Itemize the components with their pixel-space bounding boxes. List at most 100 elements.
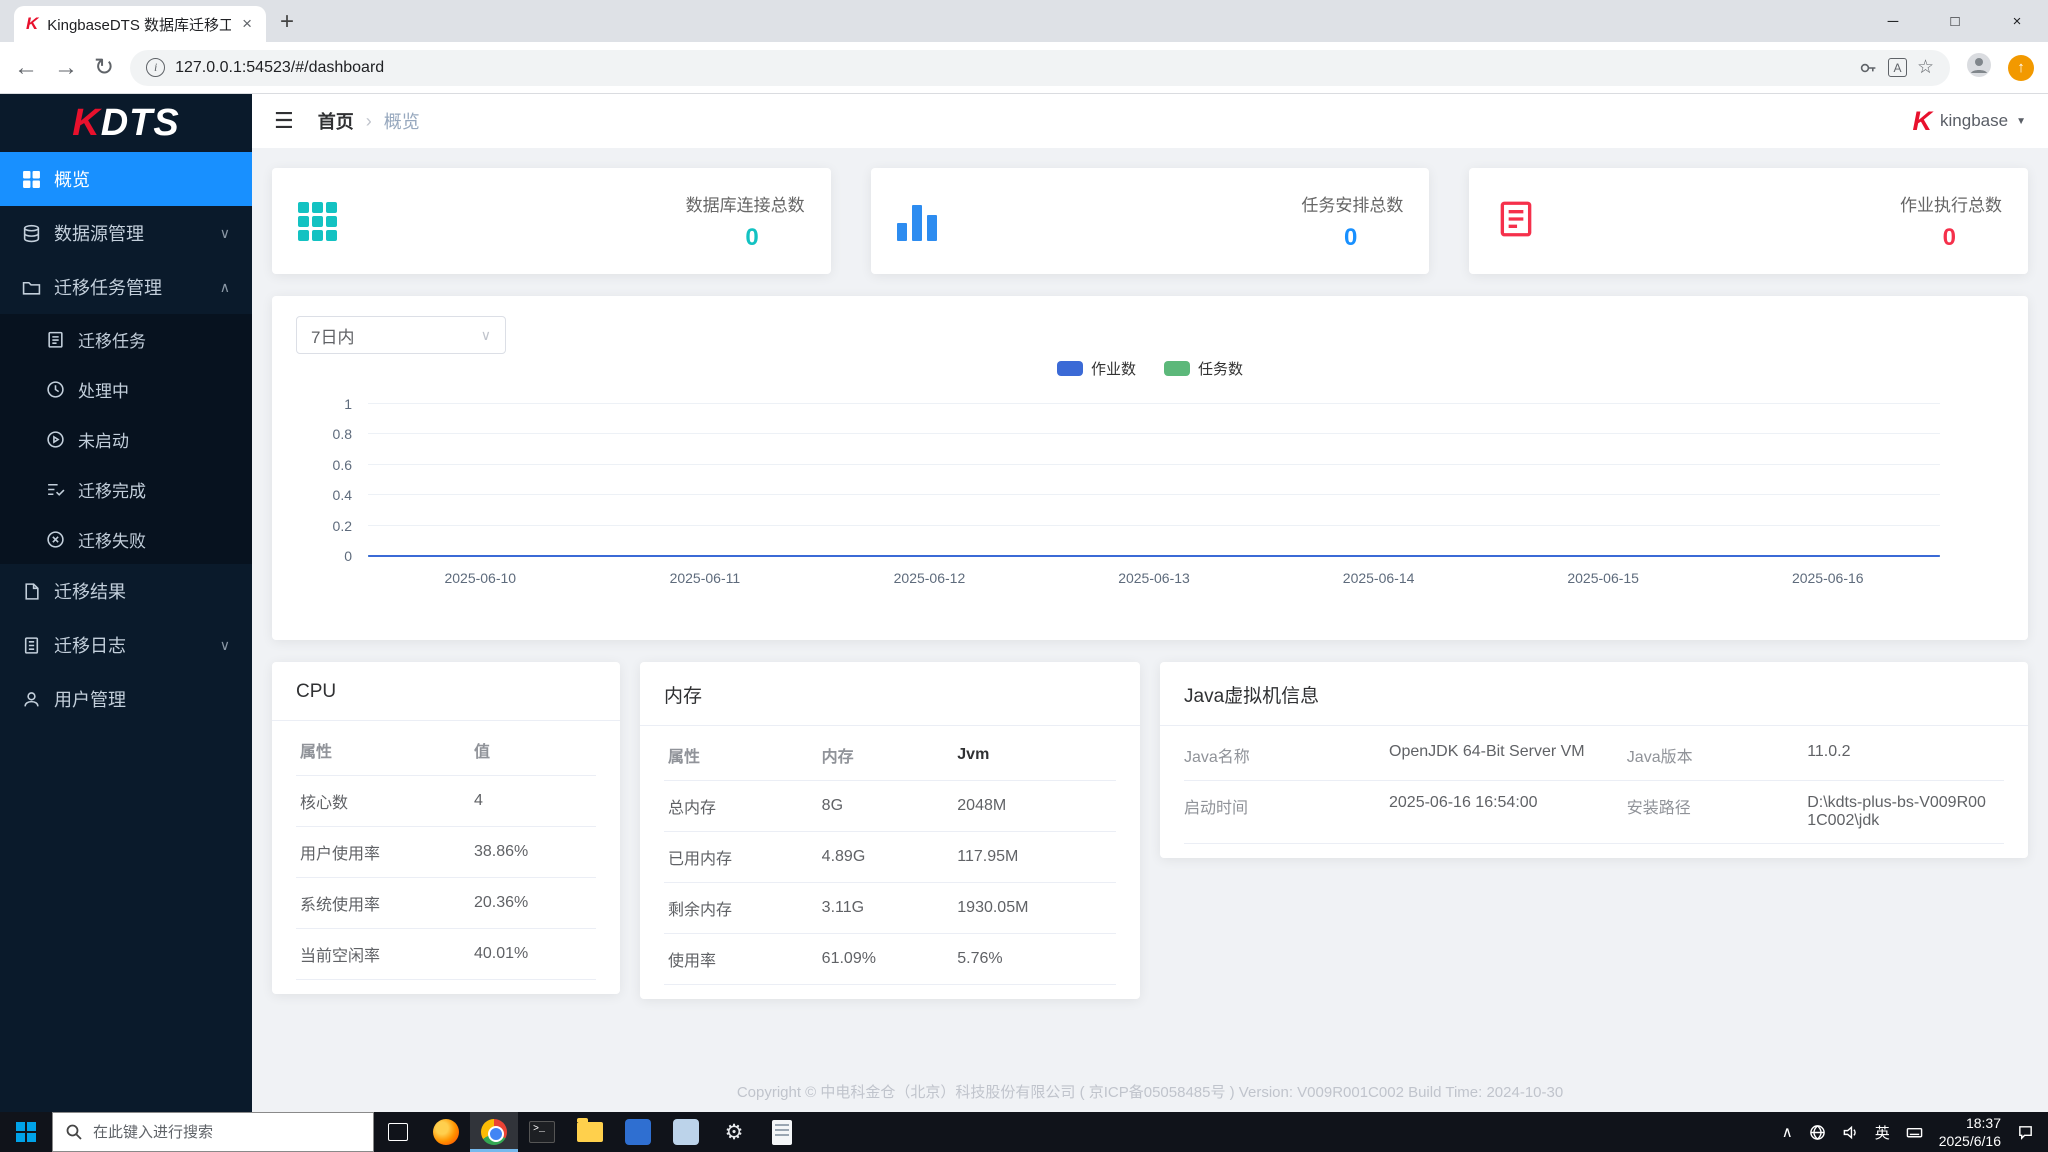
sidebar-item-label: 迁移完成 <box>78 481 146 501</box>
sidebar-item-label: 迁移结果 <box>54 582 126 602</box>
table-row: 已用内存 4.89G 117.95M <box>664 831 1116 883</box>
clock-time: 18:37 <box>1965 1114 2001 1131</box>
sidebar-item-completed[interactable]: 迁移完成 <box>0 464 252 514</box>
browser-update-icon[interactable]: ↑ <box>2008 54 2034 81</box>
sidebar-item-label: 未启动 <box>78 431 129 451</box>
folder-icon <box>22 278 41 297</box>
window-close-button[interactable]: × <box>1986 0 2048 42</box>
search-input[interactable] <box>93 1123 361 1141</box>
chevron-down-icon: ∨ <box>219 636 230 653</box>
sidebar-item-failed[interactable]: 迁移失败 <box>0 514 252 564</box>
taskbar-search[interactable] <box>52 1112 374 1152</box>
cell-value: 4 <box>470 775 596 827</box>
settings-taskbar-button[interactable]: ⚙ <box>710 1112 758 1152</box>
cell-value: 20.36% <box>470 877 596 929</box>
forward-icon[interactable]: → <box>54 55 78 80</box>
task-view-button[interactable] <box>374 1112 422 1152</box>
sidebar-nav: 概览 数据源管理 ∨ 迁移任务管理 ∧ 迁移任务 处理中 未启动 迁移完成 迁移… <box>0 152 252 726</box>
browser-tab[interactable]: K KingbaseDTS 数据库迁移工具 × <box>14 6 266 42</box>
cell-value: 61.09% <box>817 933 954 985</box>
url-text: 127.0.0.1:54523/#/dashboard <box>175 58 385 76</box>
table-row: 剩余内存 3.11G 1930.05M <box>664 882 1116 934</box>
sidebar-item-processing[interactable]: 处理中 <box>0 364 252 414</box>
breadcrumb-home[interactable]: 首页 <box>318 108 354 134</box>
browser-tab-strip: K KingbaseDTS 数据库迁移工具 × + ─ □ × <box>0 0 2048 42</box>
sidebar-item-datasource[interactable]: 数据源管理 ∨ <box>0 206 252 260</box>
reload-icon[interactable]: ↻ <box>94 55 114 80</box>
page-info-icon[interactable]: i <box>146 58 166 77</box>
table-row: 用户使用率 38.86% <box>296 826 596 878</box>
volume-icon[interactable] <box>1842 1124 1859 1141</box>
sidebar-item-migration-results[interactable]: 迁移结果 <box>0 564 252 618</box>
notepad-taskbar-button[interactable] <box>758 1112 806 1152</box>
log-icon <box>22 636 41 655</box>
notepad-icon <box>772 1119 792 1145</box>
clock-date: 2025/6/16 <box>1938 1133 2001 1149</box>
explorer-taskbar-button[interactable] <box>566 1112 614 1152</box>
address-bar[interactable]: i 127.0.0.1:54523/#/dashboard A ☆ <box>130 49 1950 86</box>
gear-icon: ⚙ <box>724 1120 744 1144</box>
profile-avatar-icon[interactable] <box>1966 52 1992 83</box>
gridline <box>368 403 1940 404</box>
language-indicator[interactable]: 英 <box>1875 1122 1890 1143</box>
grid-icon <box>22 170 41 189</box>
y-axis-tick: 1 <box>344 396 352 412</box>
logo-dts: DTS <box>100 101 180 144</box>
jvm-card: Java虚拟机信息 Java名称 OpenJDK 64-Bit Server V… <box>1160 662 2028 858</box>
app-light-taskbar-button[interactable] <box>662 1112 710 1152</box>
play-circle-icon <box>46 430 65 449</box>
password-key-icon[interactable] <box>1858 58 1878 78</box>
back-icon[interactable]: ← <box>14 55 38 80</box>
dashboard-content: 数据库连接总数 0 任务安排总数 0 作业执行总数 0 7日内 ∨ 作业数 任务… <box>252 148 2048 1112</box>
new-tab-button[interactable]: + <box>280 8 294 36</box>
windows-logo-icon <box>16 1122 36 1142</box>
tray-expand-icon[interactable]: ∧ <box>1782 1123 1793 1141</box>
x-axis-tick: 2025-06-16 <box>1791 570 1864 586</box>
sidebar-item-overview[interactable]: 概览 <box>0 152 252 206</box>
sidebar-item-user-mgmt[interactable]: 用户管理 <box>0 672 252 726</box>
table-row: 系统使用率 20.36% <box>296 877 596 929</box>
card-title: Java虚拟机信息 <box>1160 662 2028 726</box>
cell-label: 当前空闲率 <box>296 928 470 980</box>
cell-value: D:\kdts-plus-bs-V009R001C002\jdk <box>1807 794 1986 829</box>
cell-value: 40.01% <box>470 928 596 980</box>
sidebar-item-migration-logs[interactable]: 迁移日志 ∨ <box>0 618 252 672</box>
gridline <box>368 494 1940 496</box>
screen: K KingbaseDTS 数据库迁移工具 × + ─ □ × ← → ↻ i … <box>0 0 2048 1152</box>
cell-value: 3.11G <box>817 882 954 934</box>
card-title: CPU <box>272 662 620 721</box>
command-prompt-icon: >_ <box>529 1121 555 1143</box>
notification-center-icon[interactable] <box>2017 1124 2034 1141</box>
kingbase-logo-icon: K <box>1912 105 1933 136</box>
network-icon[interactable] <box>1809 1124 1826 1141</box>
window-minimize-button[interactable]: ─ <box>1862 0 1924 42</box>
legend-item-tasks[interactable]: 任务数 <box>1164 358 1243 379</box>
stat-label: 任务安排总数 <box>1301 195 1404 215</box>
cell-value: 5.76% <box>953 933 1116 985</box>
terminal-taskbar-button[interactable]: >_ <box>518 1112 566 1152</box>
sidebar-item-label: 处理中 <box>78 381 129 401</box>
chart-x-axis: 2025-06-10 2025-06-11 2025-06-12 2025-06-13… <box>368 570 1940 590</box>
user-menu[interactable]: K kingbase ▼ <box>1913 106 2026 137</box>
period-select-value: 7日内 <box>311 327 355 347</box>
taskbar-clock[interactable]: 18:37 2025/6/16 <box>1939 1114 2001 1150</box>
sidebar-item-not-started[interactable]: 未启动 <box>0 414 252 464</box>
keyboard-icon[interactable] <box>1906 1124 1923 1141</box>
start-button[interactable] <box>0 1112 52 1152</box>
tab-close-icon[interactable]: × <box>240 14 254 34</box>
sidebar-item-migration-task[interactable]: 迁移任务 <box>0 314 252 364</box>
breadcrumb-current: 概览 <box>383 112 420 132</box>
menu-collapse-icon[interactable]: ☰ <box>274 108 294 134</box>
translate-icon[interactable]: A <box>1887 58 1907 77</box>
bookmark-star-icon[interactable]: ☆ <box>1917 56 1934 79</box>
firefox-taskbar-button[interactable] <box>422 1112 470 1152</box>
document-icon <box>1495 198 1537 245</box>
sidebar-item-migration-task-mgmt[interactable]: 迁移任务管理 ∧ <box>0 260 252 314</box>
chart-card: 7日内 ∨ 作业数 任务数 0 0.2 0.4 0.6 0.8 1 2025-0… <box>272 296 2028 640</box>
chrome-taskbar-button[interactable] <box>470 1112 518 1152</box>
period-select[interactable]: 7日内 ∨ <box>296 316 506 354</box>
window-maximize-button[interactable]: □ <box>1924 0 1986 42</box>
legend-item-jobs[interactable]: 作业数 <box>1056 358 1136 379</box>
column-header: 内存 <box>817 730 954 781</box>
app-blue-taskbar-button[interactable] <box>614 1112 662 1152</box>
